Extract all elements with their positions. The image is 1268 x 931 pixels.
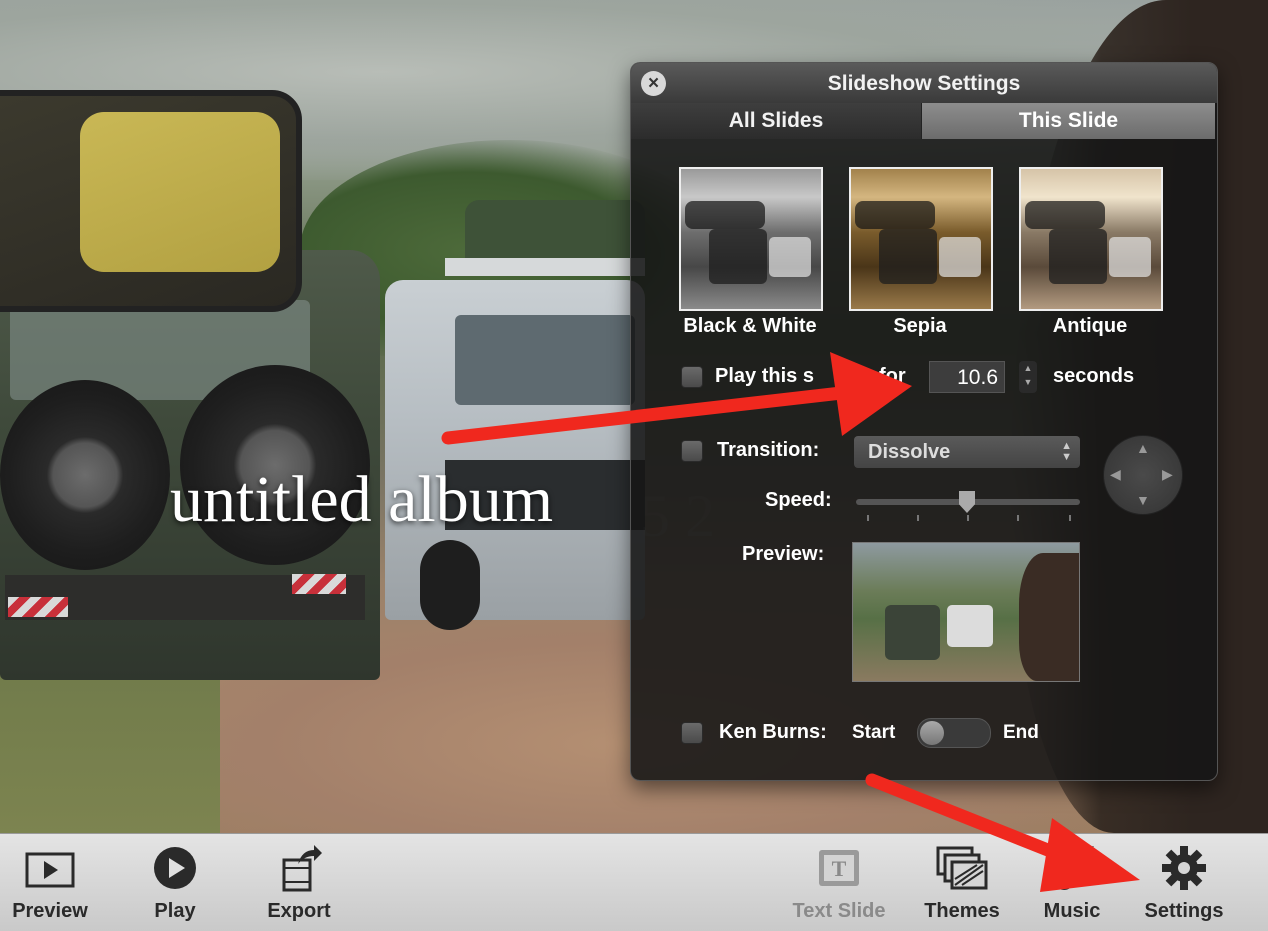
speed-tick	[967, 515, 969, 521]
effect-label-sepia: Sepia	[893, 315, 947, 337]
stepper-up-icon: ▲	[1023, 363, 1033, 373]
ken-burns-label: Ken Burns:	[719, 721, 827, 743]
thumb-jeep	[879, 229, 937, 284]
settings-label: Settings	[1144, 900, 1224, 922]
bottom-toolbar: Preview Play Export T Text Slide Themes …	[0, 833, 1268, 931]
effect-antique-thumbnail[interactable]	[1019, 167, 1163, 311]
effect-sepia-thumbnail[interactable]	[849, 167, 993, 311]
play-label: Play	[154, 900, 196, 922]
preview-icon	[25, 852, 75, 888]
speed-tick	[917, 515, 919, 521]
transition-checkbox[interactable]	[681, 440, 703, 462]
play-icon	[154, 847, 196, 889]
arrow-left-icon[interactable]: ◀	[1110, 466, 1121, 483]
thumb-mirror	[685, 201, 765, 229]
text-slide-icon: T	[819, 850, 859, 886]
thumb-truck	[769, 237, 811, 277]
themes-button[interactable]: Themes	[914, 842, 1010, 923]
preview-label: Preview:	[742, 543, 825, 565]
settings-tabs: All Slides This Slide	[631, 103, 1217, 139]
truck-roof-rack	[445, 258, 645, 276]
album-title: untitled album	[170, 463, 554, 536]
gear-icon	[1162, 846, 1206, 890]
duration-unit-label: seconds	[1053, 365, 1135, 387]
ken-burns-start-label[interactable]: Start	[852, 722, 895, 744]
svg-text:T: T	[832, 856, 847, 881]
export-button[interactable]: Export	[256, 842, 342, 923]
preview-jeep	[885, 605, 940, 660]
thumb-jeep	[1049, 229, 1107, 284]
themes-label: Themes	[924, 900, 1000, 922]
speed-tick	[1017, 515, 1019, 521]
tab-this-slide[interactable]: This Slide	[922, 103, 1215, 139]
thumb-truck	[939, 237, 981, 277]
ken-burns-start-end-toggle[interactable]	[917, 718, 991, 748]
speed-tick	[1069, 515, 1071, 521]
slideshow-settings-panel: × Slideshow Settings All Slides This Sli…	[630, 62, 1218, 781]
settings-button[interactable]: Settings	[1132, 842, 1236, 923]
preview-truck	[947, 605, 993, 647]
transition-label: Transition:	[717, 439, 820, 461]
transition-select[interactable]: Dissolve ▲ ▼	[854, 436, 1080, 468]
panel-title: Slideshow Settings	[827, 72, 1021, 95]
transition-preview	[852, 542, 1080, 682]
effect-black-white-thumbnail[interactable]	[679, 167, 823, 311]
transition-value: Dissolve	[868, 441, 951, 463]
speed-label: Speed:	[765, 489, 832, 511]
duration-stepper[interactable]: ▲ ▼	[1019, 361, 1037, 393]
stepper-down-icon: ▼	[1023, 377, 1033, 387]
thumb-truck	[1109, 237, 1151, 277]
thumb-jeep	[709, 229, 767, 284]
preview-button[interactable]: Preview	[4, 842, 96, 923]
music-label: Music	[1043, 900, 1101, 922]
spare-tire-left	[0, 380, 170, 570]
text-slide-button[interactable]: T Text Slide	[780, 842, 898, 923]
effect-label-black-white: Black & White	[683, 315, 817, 337]
music-icon	[1056, 846, 1094, 890]
arrow-down-icon[interactable]: ▼	[1136, 492, 1150, 508]
thumb-mirror	[1025, 201, 1105, 229]
ken-burns-end-label[interactable]: End	[1003, 722, 1039, 744]
arrow-up-icon[interactable]: ▲	[1136, 440, 1150, 456]
effect-label-antique: Antique	[1052, 315, 1128, 337]
bumper-stripe-right	[292, 574, 346, 594]
thumb-mirror	[855, 201, 935, 229]
ken-burns-checkbox[interactable]	[681, 722, 703, 744]
play-duration-checkbox[interactable]	[681, 366, 703, 388]
direction-pad[interactable]: ▲ ▼ ◀ ▶	[1103, 435, 1183, 515]
mirror-glass	[80, 112, 280, 272]
preview-label: Preview	[12, 900, 88, 922]
tab-all-slides[interactable]: All Slides	[631, 103, 922, 139]
speed-tick	[867, 515, 869, 521]
export-icon	[282, 845, 322, 892]
play-duration-label-part2: for	[879, 365, 906, 387]
speed-slider-thumb[interactable]	[959, 491, 975, 513]
truck-tire	[420, 540, 480, 630]
music-button[interactable]: Music	[1032, 842, 1112, 923]
arrow-right-icon[interactable]: ▶	[1162, 466, 1173, 483]
export-label: Export	[267, 900, 331, 922]
play-button[interactable]: Play	[140, 842, 210, 923]
preview-person	[1019, 553, 1079, 681]
toggle-knob[interactable]	[920, 721, 944, 745]
duration-seconds-input[interactable]: 10.6	[929, 361, 1005, 393]
select-arrows-icon: ▲ ▼	[1061, 440, 1072, 463]
bumper-stripe-left	[8, 597, 68, 617]
panel-titlebar: × Slideshow Settings	[631, 63, 1217, 103]
play-duration-label-part1: Play this s	[715, 365, 814, 387]
themes-icon	[936, 846, 988, 890]
truck-window	[455, 315, 635, 405]
text-slide-label: Text Slide	[792, 900, 886, 922]
